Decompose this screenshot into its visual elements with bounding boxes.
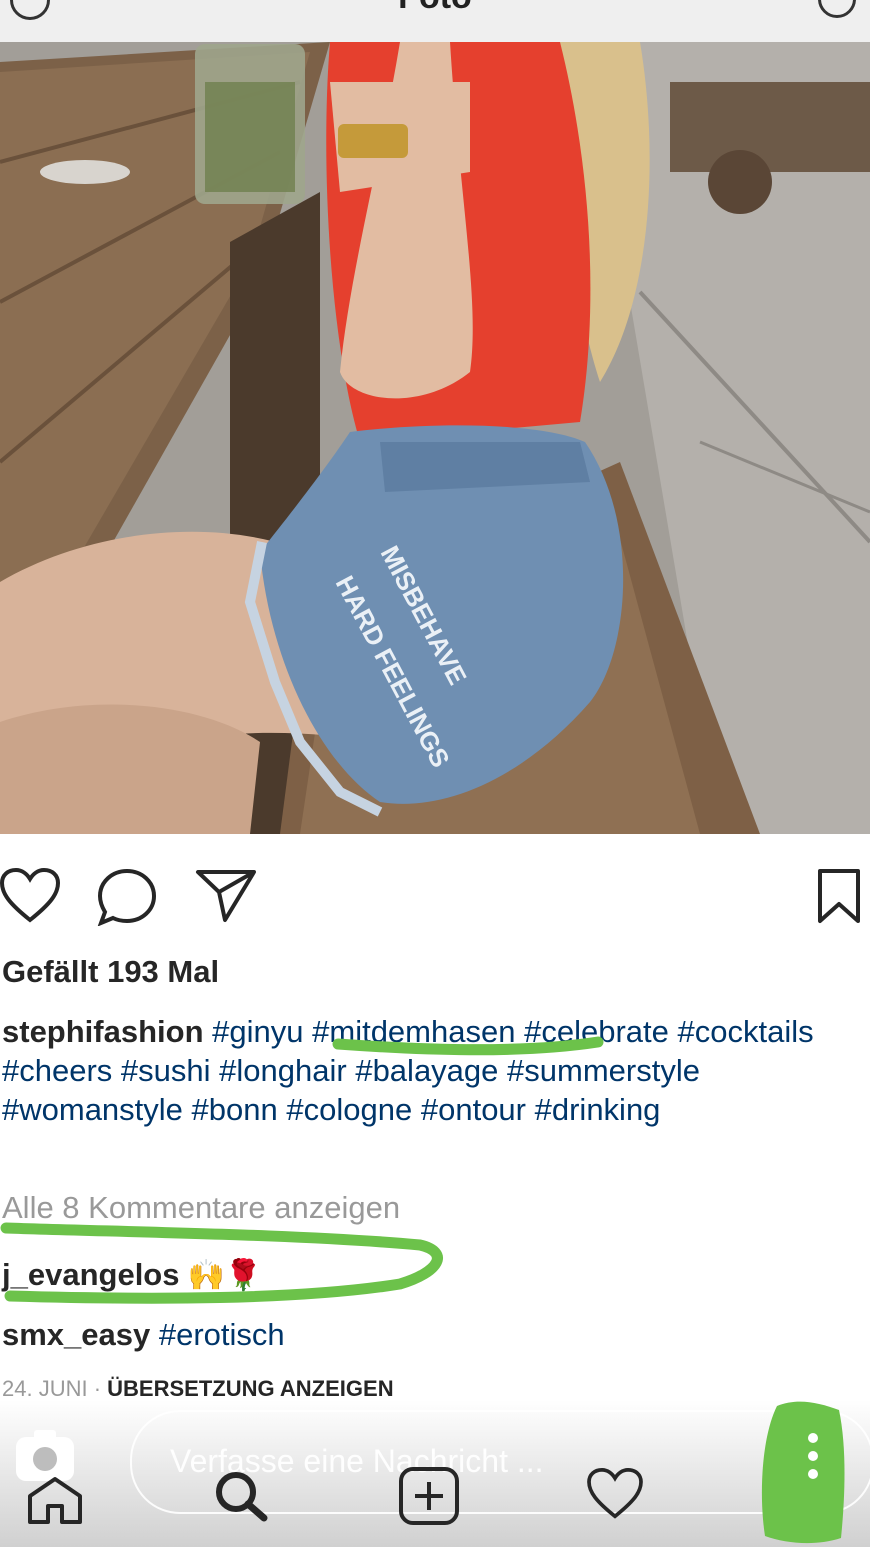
heart-tab-icon[interactable] (586, 1468, 644, 1520)
camera-icon (16, 1430, 74, 1481)
comment-icon[interactable] (97, 868, 157, 926)
search-icon[interactable] (214, 1470, 270, 1522)
post-date: 24. JUNI (2, 1376, 88, 1401)
page-title: Foto (0, 0, 870, 17)
annotation-strokes (0, 1036, 604, 1304)
photo-illustration: MISBEHAVE HARD FEELINGS (0, 42, 870, 834)
post-meta: 24. JUNI · ÜBERSETZUNG ANZEIGEN (2, 1376, 394, 1402)
likes-count[interactable]: Gefällt 193 Mal (2, 954, 219, 990)
top-bar: Foto (0, 0, 870, 42)
post-photo[interactable]: MISBEHAVE HARD FEELINGS (0, 42, 870, 834)
menu-dots-icon (808, 1433, 818, 1479)
translate-link[interactable]: ÜBERSETZUNG ANZEIGEN (107, 1376, 393, 1401)
menu-dots-button[interactable] (757, 1398, 849, 1546)
meta-separator: · (87, 1376, 108, 1401)
share-icon[interactable] (195, 868, 257, 924)
post-actions (0, 860, 870, 930)
heart-icon[interactable] (0, 868, 60, 924)
add-icon[interactable] (398, 1466, 460, 1526)
bookmark-icon[interactable] (816, 868, 862, 924)
home-icon[interactable] (26, 1476, 84, 1524)
